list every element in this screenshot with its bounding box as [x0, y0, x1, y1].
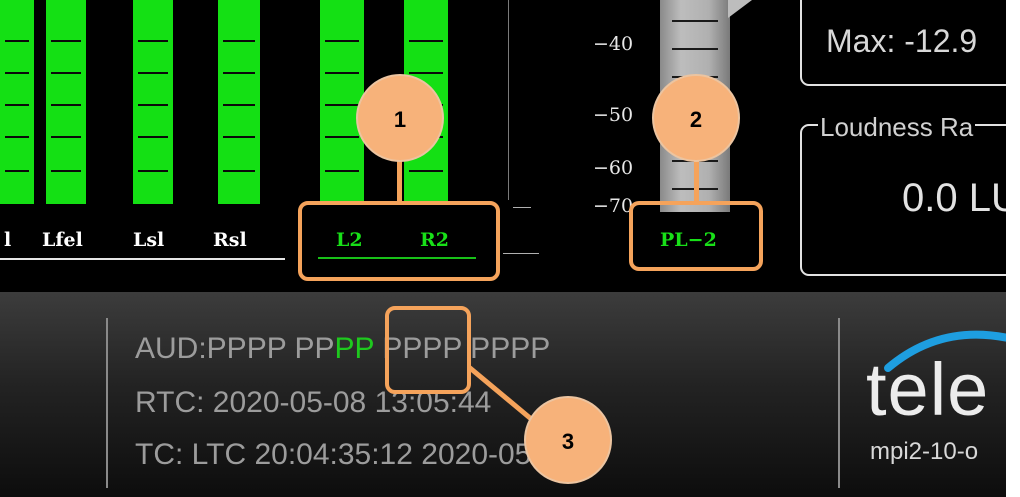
callout-2: 2	[652, 74, 740, 162]
highlight-box-pl2	[629, 201, 763, 271]
highlight-box-l2-r2	[298, 201, 500, 281]
callout-1: 1	[356, 74, 444, 162]
callout-3: 3	[524, 396, 612, 484]
highlight-box-aud-pp	[385, 306, 471, 394]
callout-3-connector	[467, 365, 533, 421]
